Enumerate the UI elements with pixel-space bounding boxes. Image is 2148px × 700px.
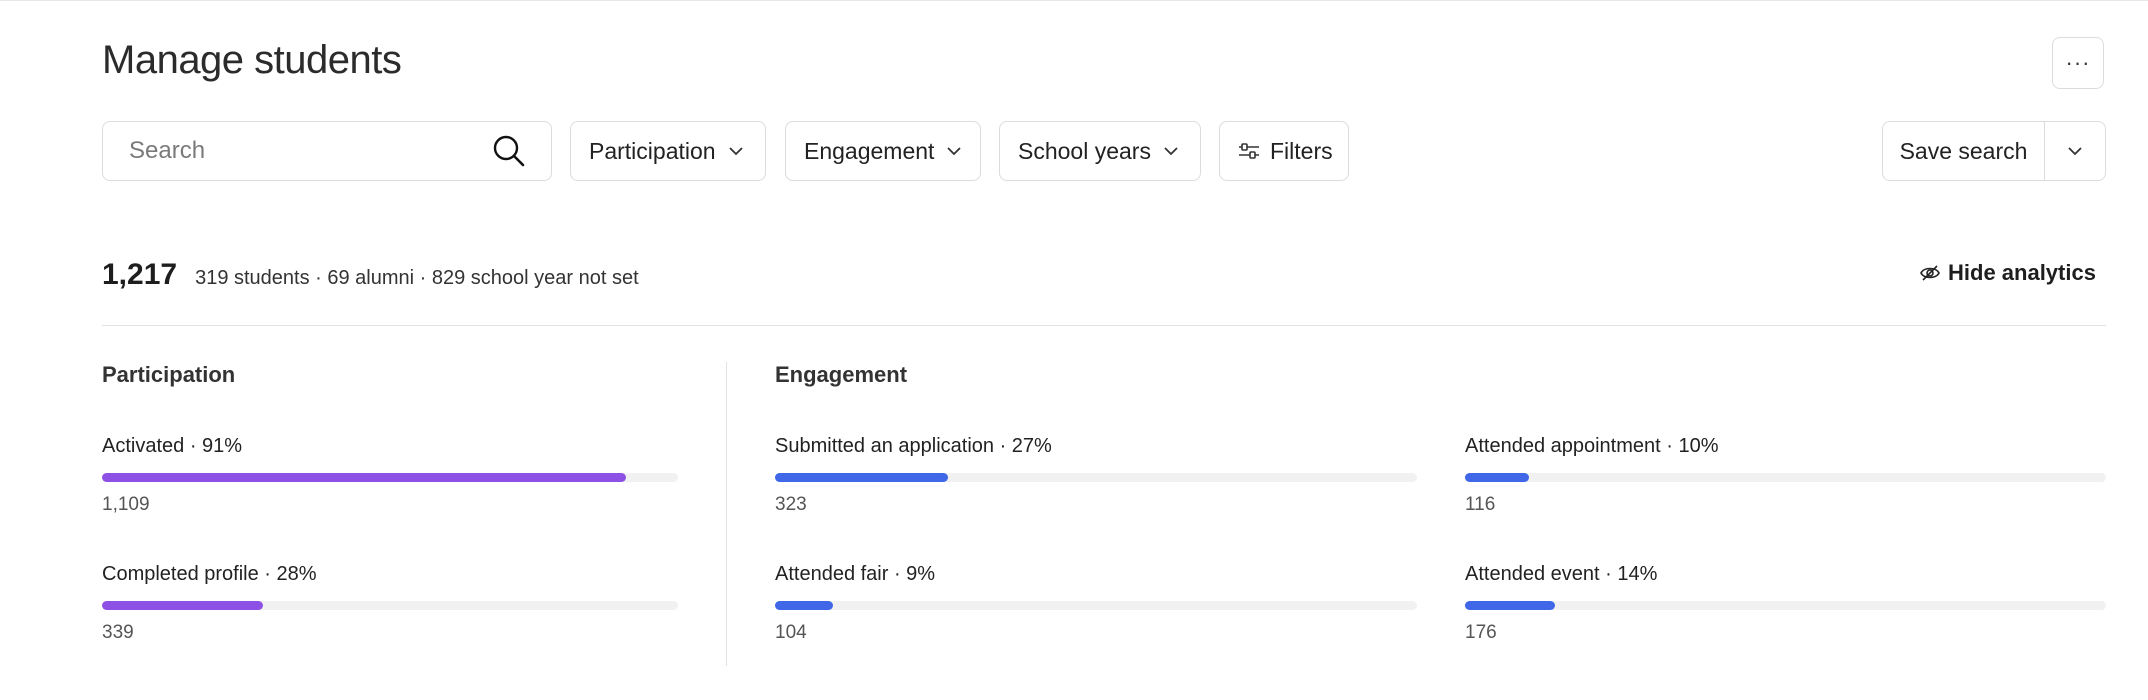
- school-years-filter-label: School years: [1018, 137, 1151, 164]
- results-summary: 1,217 319 students · 69 alumni · 829 sch…: [102, 258, 639, 292]
- metric-label: Attended event · 14%: [1465, 563, 1658, 585]
- sliders-icon: [1238, 141, 1260, 161]
- save-search-options-button[interactable]: [2045, 122, 2105, 180]
- metric-label: Submitted an application · 27%: [775, 435, 1052, 457]
- top-border: [0, 0, 2148, 1]
- participation-filter-dropdown[interactable]: Participation: [570, 121, 766, 181]
- progress-fill: [102, 601, 264, 610]
- progress-fill: [1465, 473, 1530, 482]
- metric-activated: Activated · 91% 1,109: [102, 433, 678, 516]
- filters-button[interactable]: Filters: [1219, 121, 1349, 181]
- progress-track: [102, 473, 678, 482]
- metric-count: 104: [775, 622, 807, 643]
- metric-attended-appointment: Attended appointment · 10% 116: [1465, 433, 2106, 516]
- metric-label: Completed profile · 28%: [102, 563, 317, 585]
- summary-divider: [102, 325, 2106, 326]
- metric-count: 339: [102, 622, 134, 643]
- search-icon[interactable]: [491, 133, 527, 169]
- participation-section-title: Participation: [102, 362, 236, 387]
- progress-track: [102, 601, 678, 610]
- ellipsis-icon: ···: [2065, 50, 2091, 75]
- metric-count: 176: [1465, 622, 1497, 643]
- metric-count: 1,109: [102, 494, 150, 515]
- save-search-group: Save search: [1882, 121, 2106, 181]
- metric-label: Attended appointment · 10%: [1465, 435, 1719, 457]
- metric-submitted-application: Submitted an application · 27% 323: [775, 433, 1417, 516]
- search-input[interactable]: [127, 121, 491, 181]
- results-breakdown: 319 students · 69 alumni · 829 school ye…: [195, 267, 639, 289]
- progress-fill: [775, 601, 833, 610]
- search-box: [102, 121, 552, 181]
- chevron-down-icon: [728, 143, 744, 159]
- progress-track: [775, 473, 1417, 482]
- progress-fill: [775, 473, 949, 482]
- metric-count: 116: [1465, 494, 1496, 515]
- progress-track: [1465, 473, 2106, 482]
- total-count: 1,217: [102, 258, 178, 291]
- school-years-filter-dropdown[interactable]: School years: [999, 121, 1201, 181]
- more-options-button[interactable]: ···: [2052, 37, 2104, 89]
- metric-attended-fair: Attended fair · 9% 104: [775, 561, 1417, 644]
- chevron-down-icon: [1163, 143, 1179, 159]
- metric-count: 323: [775, 494, 807, 515]
- engagement-section-title: Engagement: [775, 362, 908, 387]
- progress-track: [775, 601, 1417, 610]
- metric-attended-event: Attended event · 14% 176: [1465, 561, 2106, 644]
- metric-label: Attended fair · 9%: [775, 563, 936, 585]
- engagement-filter-label: Engagement: [804, 137, 935, 164]
- page-title: Manage students: [102, 38, 402, 82]
- filters-button-label: Filters: [1270, 137, 1333, 164]
- chevron-down-icon: [946, 143, 962, 159]
- chevron-down-icon: [2067, 146, 2083, 156]
- metric-label: Activated · 91%: [102, 435, 243, 457]
- engagement-filter-dropdown[interactable]: Engagement: [785, 121, 981, 181]
- eye-off-icon: [1920, 263, 1940, 283]
- hide-analytics-button[interactable]: Hide analytics: [1920, 260, 2096, 286]
- section-divider: [726, 362, 727, 666]
- participation-filter-label: Participation: [589, 137, 716, 164]
- progress-fill: [1465, 601, 1555, 610]
- progress-fill: [102, 473, 627, 482]
- metric-completed-profile: Completed profile · 28% 339: [102, 561, 678, 644]
- hide-analytics-label: Hide analytics: [1948, 260, 2096, 285]
- progress-track: [1465, 601, 2106, 610]
- save-search-button[interactable]: Save search: [1883, 122, 2045, 180]
